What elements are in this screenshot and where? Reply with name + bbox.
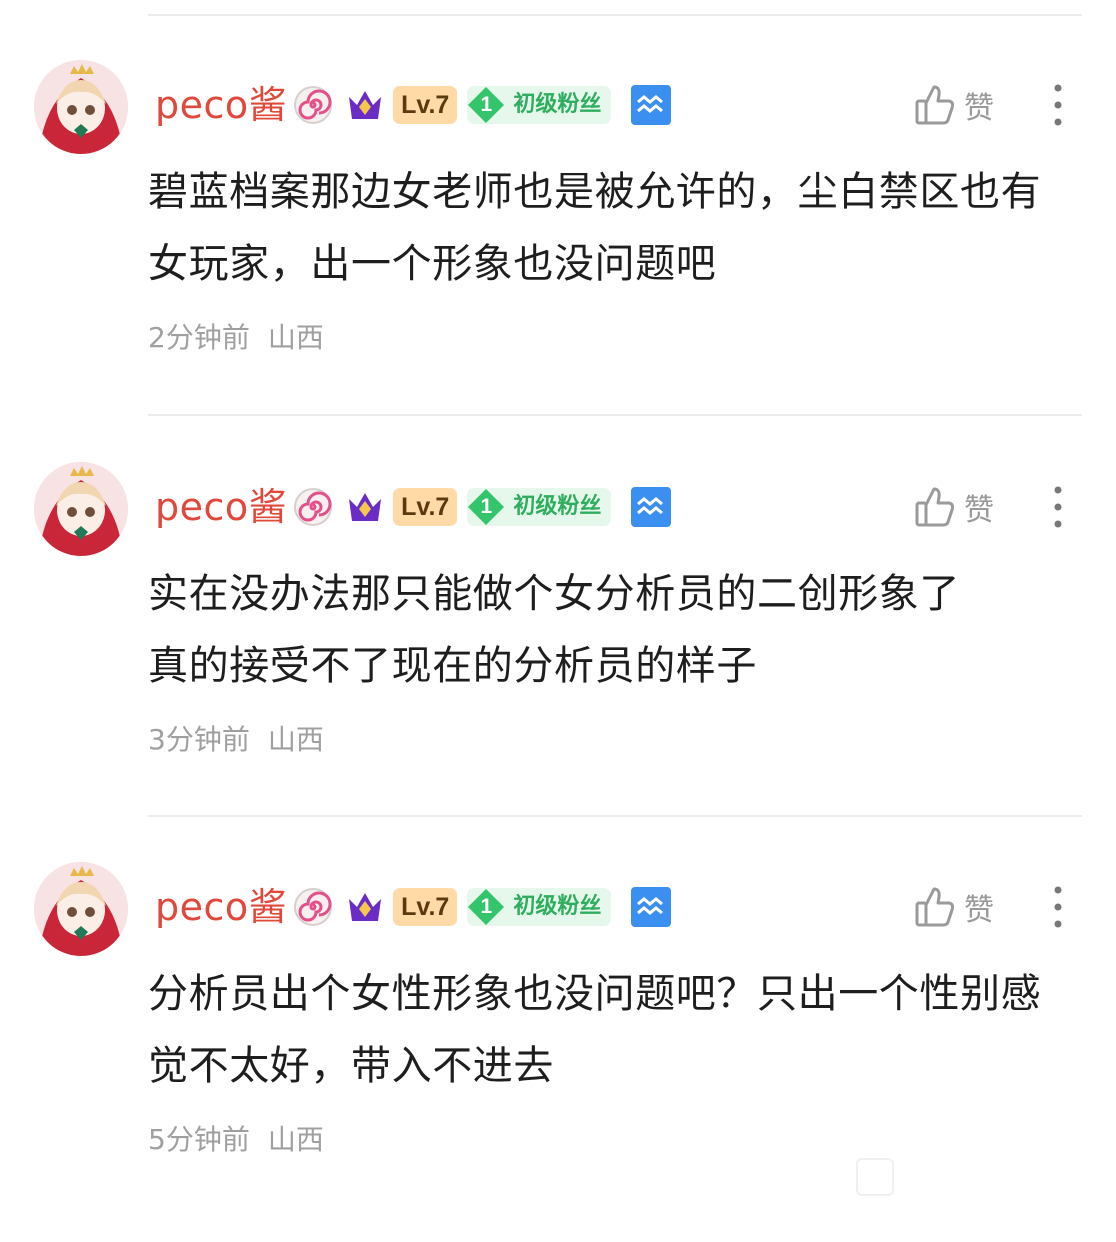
lollipop-swirl-icon xyxy=(294,488,333,526)
comment-item: peco酱 Lv.7 1 初级粉丝 xyxy=(0,60,1116,440)
fan-level-number: 1 xyxy=(480,895,493,918)
avatar[interactable] xyxy=(34,60,128,154)
purple-crown-icon xyxy=(349,91,382,119)
avatar[interactable] xyxy=(34,862,128,956)
fan-badge[interactable]: 1 初级粉丝 xyxy=(467,888,612,926)
comment-text: 分析员出个女性形象也没问题吧？只出一个性别感觉不太好，带入不进去 xyxy=(148,971,1042,1089)
green-diamond-icon: 1 xyxy=(467,86,505,124)
comment-location: 山西 xyxy=(267,321,324,354)
user-info-row: peco酱 Lv.7 1 初级粉丝 xyxy=(155,82,672,128)
user-info-row: peco酱 Lv.7 1 初级粉丝 xyxy=(155,884,672,930)
username[interactable]: peco酱 xyxy=(155,884,287,930)
like-label: 赞 xyxy=(964,493,994,528)
fan-label: 初级粉丝 xyxy=(513,894,602,919)
comment-time: 5分钟前 xyxy=(148,1123,250,1156)
like-button[interactable]: 赞 xyxy=(914,82,994,128)
vertical-ellipsis-icon[interactable] xyxy=(1044,884,1072,930)
user-info-row: peco酱 Lv.7 1 初级粉丝 xyxy=(155,484,672,530)
comment-meta: 3分钟前 山西 xyxy=(148,718,324,758)
green-diamond-icon: 1 xyxy=(467,488,505,526)
comment-time: 2分钟前 xyxy=(148,321,250,354)
lollipop-swirl-icon xyxy=(294,86,333,124)
purple-crown-icon xyxy=(349,493,382,521)
comment-location: 山西 xyxy=(267,723,324,756)
comment-meta: 2分钟前 山西 xyxy=(148,316,324,356)
lollipop-swirl-icon xyxy=(294,888,333,926)
comment-divider xyxy=(148,815,1082,817)
comment-text: 碧蓝档案那边女老师也是被允许的，尘白禁区也有女玩家，出一个形象也没问题吧 xyxy=(148,169,1042,287)
fan-badge[interactable]: 1 初级粉丝 xyxy=(467,86,612,124)
thumbs-up-icon xyxy=(915,85,955,125)
username[interactable]: peco酱 xyxy=(155,82,287,128)
comment-location: 山西 xyxy=(267,1123,324,1156)
green-diamond-icon: 1 xyxy=(467,888,505,926)
fan-label: 初级粉丝 xyxy=(513,494,602,519)
faint-overlay-icon xyxy=(856,1158,894,1196)
username[interactable]: peco酱 xyxy=(155,484,287,530)
top-divider xyxy=(148,14,1082,16)
thumbs-up-icon xyxy=(915,887,955,927)
like-label: 赞 xyxy=(964,91,994,126)
avatar[interactable] xyxy=(34,462,128,556)
fan-level-number: 1 xyxy=(480,495,493,518)
comment-item: peco酱 Lv.7 1 初级粉丝 xyxy=(0,862,1116,1242)
aquarius-icon xyxy=(631,887,672,927)
comment-meta: 5分钟前 山西 xyxy=(148,1118,324,1158)
like-button[interactable]: 赞 xyxy=(914,884,994,930)
like-button[interactable]: 赞 xyxy=(914,484,994,530)
fan-badge[interactable]: 1 初级粉丝 xyxy=(467,488,612,526)
vertical-ellipsis-icon[interactable] xyxy=(1044,484,1072,530)
level-badge: Lv.7 xyxy=(393,86,458,124)
level-badge: Lv.7 xyxy=(393,888,458,926)
comment-text: 实在没办法那只能做个女分析员的二创形象了 真的接受不了现在的分析员的样子 xyxy=(148,571,960,689)
fan-level-number: 1 xyxy=(480,93,493,116)
comment-time: 3分钟前 xyxy=(148,723,250,756)
fan-label: 初级粉丝 xyxy=(513,92,602,117)
level-badge: Lv.7 xyxy=(393,488,458,526)
aquarius-icon xyxy=(631,487,672,527)
comment-item: peco酱 Lv.7 1 初级粉丝 xyxy=(0,462,1116,842)
like-label: 赞 xyxy=(964,893,994,928)
thumbs-up-icon xyxy=(915,487,955,527)
comment-divider xyxy=(148,414,1082,416)
vertical-ellipsis-icon[interactable] xyxy=(1044,82,1072,128)
aquarius-icon xyxy=(631,85,672,125)
purple-crown-icon xyxy=(349,893,382,921)
